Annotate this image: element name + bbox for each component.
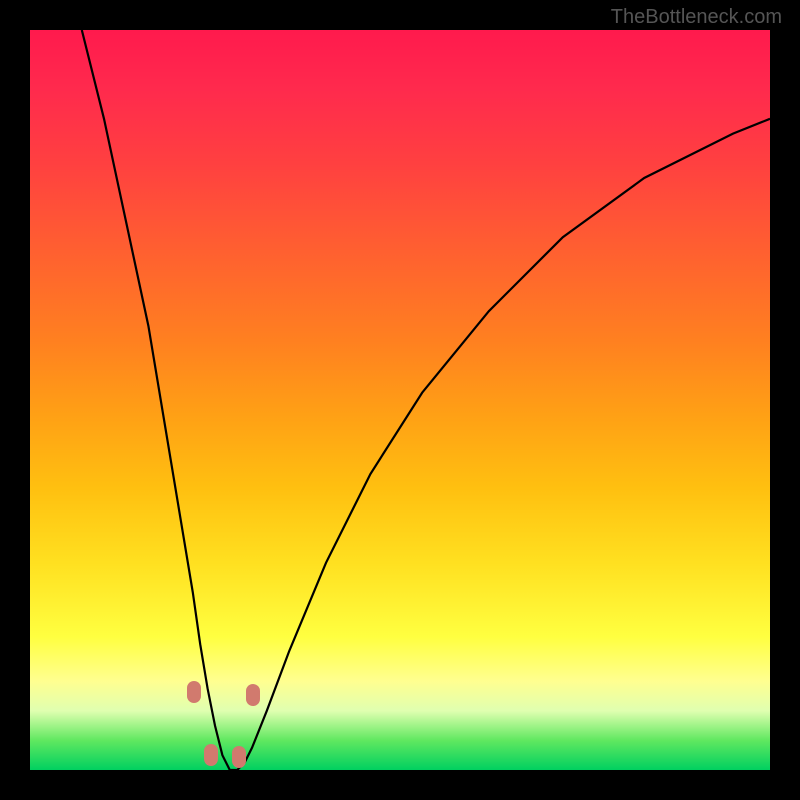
curve-marker — [246, 684, 260, 706]
curve-marker — [187, 681, 201, 703]
curve-marker — [232, 746, 246, 768]
curve-marker — [204, 744, 218, 766]
bottleneck-curve — [30, 30, 770, 770]
watermark-text: TheBottleneck.com — [611, 6, 782, 29]
chart-plot-area — [30, 30, 770, 770]
